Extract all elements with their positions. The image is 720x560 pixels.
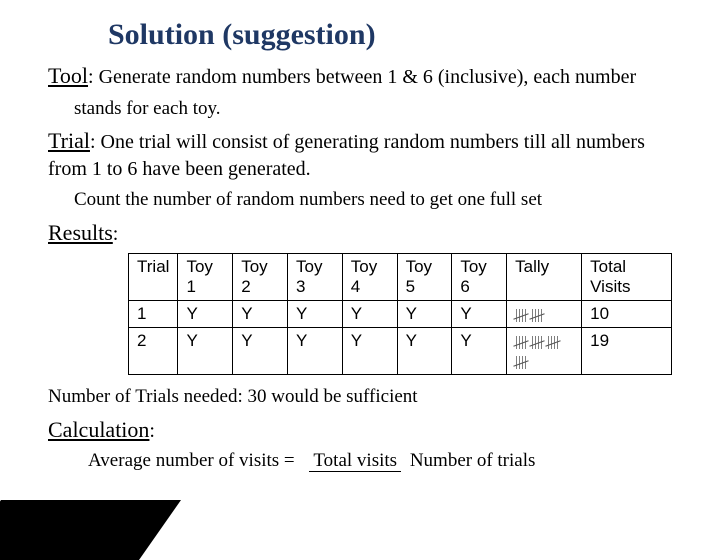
cell-tally: |||||||| [507,301,582,328]
col-toy4: Toy 4 [342,254,397,301]
cell-total: 10 [582,301,672,328]
col-trial: Trial [129,254,178,301]
cell-t2: Y [233,301,288,328]
col-toy6: Toy 6 [452,254,507,301]
cell-trial: 2 [129,328,178,375]
cell-t4: Y [342,301,397,328]
table-header-row: Trial Toy 1 Toy 2 Toy 3 Toy 4 Toy 5 Toy … [129,254,672,301]
trial-text: : One trial will consist of generating r… [48,131,645,180]
calc-lhs: Average number of visits = [88,450,295,471]
fraction-numerator: Total visits [309,450,401,472]
trial-section: Trial: One trial will consist of generat… [48,127,672,182]
results-header: Results: [48,219,672,248]
cell-t1: Y [178,328,233,375]
cell-total: 19 [582,328,672,375]
trial-cont: Count the number of random numbers need … [74,188,672,213]
fraction: Total visits Number of trials [309,450,539,472]
footer-decoration [0,480,170,540]
results-colon: : [113,223,119,245]
calculation-label: Calculation [48,417,149,442]
col-toy5: Toy 5 [397,254,452,301]
tool-cont: stands for each toy. [74,97,672,122]
calculation-colon: : [149,420,155,442]
calculation-header: Calculation: [48,416,672,445]
tool-label: Tool [48,63,88,88]
tool-section: Tool: Generate random numbers between 1 … [48,62,672,91]
calculation-expression: Average number of visits = Total visits … [88,450,672,472]
cell-tally: |||||||||||||||| [507,328,582,375]
slide-title: Solution (suggestion) [108,18,672,52]
cell-t3: Y [288,301,343,328]
cell-trial: 1 [129,301,178,328]
tool-text: : Generate random numbers between 1 & 6 … [88,66,636,88]
cell-t1: Y [178,301,233,328]
fraction-denominator: Number of trials [406,450,540,471]
col-toy2: Toy 2 [233,254,288,301]
table-row: 2YYYYYY||||||||||||||||19 [129,328,672,375]
col-tally: Tally [507,254,582,301]
cell-t4: Y [342,328,397,375]
cell-t5: Y [397,301,452,328]
results-label: Results [48,220,113,245]
trial-label: Trial [48,128,90,153]
cell-t3: Y [288,328,343,375]
col-toy3: Toy 3 [288,254,343,301]
cell-t6: Y [452,328,507,375]
table-row: 1YYYYYY||||||||10 [129,301,672,328]
col-toy1: Toy 1 [178,254,233,301]
cell-t2: Y [233,328,288,375]
trials-needed: Number of Trials needed: 30 would be suf… [48,385,672,410]
cell-t6: Y [452,301,507,328]
col-total: Total Visits [582,254,672,301]
cell-t5: Y [397,328,452,375]
results-table: Trial Toy 1 Toy 2 Toy 3 Toy 4 Toy 5 Toy … [128,253,672,375]
